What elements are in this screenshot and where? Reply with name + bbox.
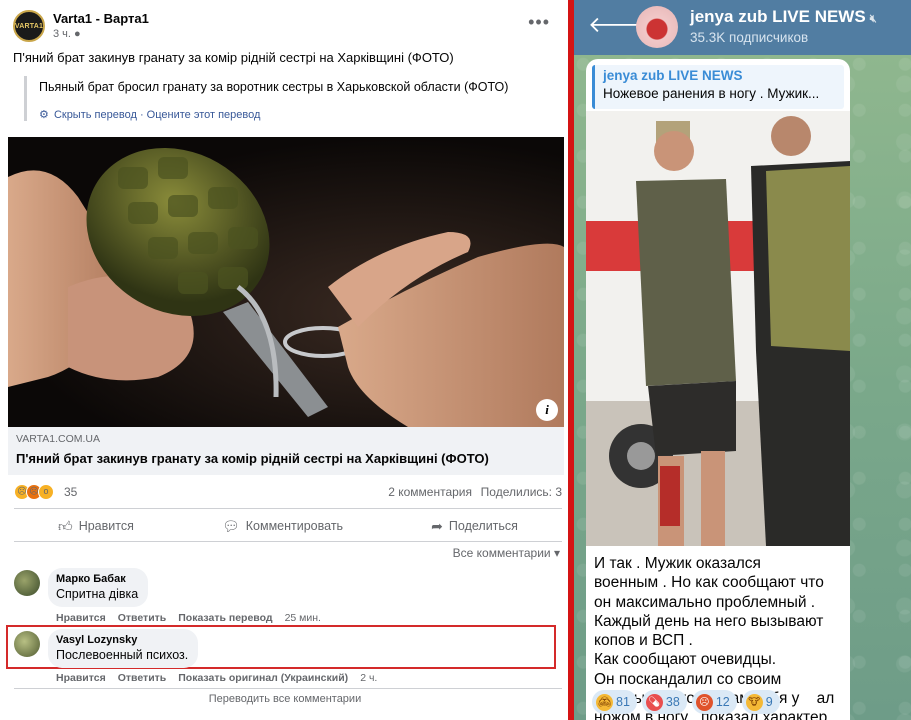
comment-actions: Нравится Ответить Показать перевод 25 мин. <box>56 612 321 624</box>
reaction-cow[interactable]: 🐮︎ 9 <box>741 690 780 714</box>
comment-reply-link[interactable]: Ответить <box>118 612 167 624</box>
page-name-link[interactable]: Varta1 - Варта1 <box>53 11 149 26</box>
share-label: Поделиться <box>448 519 518 533</box>
comment-like-link[interactable]: Нравится <box>56 672 106 684</box>
reaction-count: 9 <box>765 695 773 709</box>
translate-all-link[interactable]: Переводить все комментарии <box>0 693 570 705</box>
message-bubble[interactable]: jenya zub LIVE NEWS Ножевое ранения в но… <box>586 59 850 720</box>
hide-translation-link[interactable]: Скрыть перевод <box>54 109 137 121</box>
divider <box>14 508 562 509</box>
reply-preview[interactable]: jenya zub LIVE NEWS Ножевое ранения в но… <box>592 65 844 109</box>
rate-translation-link[interactable]: Оцените этот перевод <box>147 109 261 121</box>
share-icon: ➦ <box>431 517 443 534</box>
wow-reaction-icon: o <box>38 484 54 500</box>
monkey-icon: 🙈︎ <box>596 693 613 711</box>
link-preview[interactable]: VARTA1.COM.UA П'яний брат закинув гранат… <box>8 427 564 475</box>
caret-down-icon: ▾ <box>553 546 560 560</box>
commenter-name[interactable]: Vasyl Lozynsky <box>56 634 188 646</box>
comment-bubble: Марко Бабак Спритна дівка <box>48 568 149 607</box>
reply-title: jenya zub LIVE NEWS <box>603 68 743 83</box>
post-time-text: 3 ч. <box>53 28 71 40</box>
wheel-hub <box>627 442 655 470</box>
reaction-icons[interactable]: ☹ ☹ o <box>14 484 54 500</box>
telegram-panel: 🡐 jenya zub LIVE NEWS 🔇︎ 35.3K подписчико… <box>574 0 911 720</box>
post-text: П'яний брат закинув гранату за комір рід… <box>13 50 454 65</box>
link-title: П'яний брат закинув гранату за комір рід… <box>16 451 489 466</box>
comment-actions: Нравится Ответить Показать оригинал (Украи… <box>56 672 377 684</box>
separator-dot: · <box>139 109 147 121</box>
more-options-icon[interactable]: ••• <box>528 12 550 33</box>
globe-icon: ● <box>74 28 81 40</box>
muted-icon: 🔇︎ <box>869 13 877 25</box>
like-label: Нравится <box>78 519 134 533</box>
like-button[interactable]: 👍︎ Нравится <box>58 513 134 539</box>
comment-text: Послевоенный психоз. <box>56 648 189 662</box>
reply-text: Ножевое ранения в ногу . Мужик... <box>603 86 820 101</box>
pill-icon: 💊︎ <box>645 693 663 711</box>
reaction-pill[interactable]: 💊︎ 38 <box>641 690 687 714</box>
gear-icon: ⚙ <box>39 109 49 121</box>
comment-time[interactable]: 25 мин. <box>285 612 321 624</box>
shares-count[interactable]: Поделились: 3 <box>481 485 562 499</box>
plate-carrier <box>766 166 850 351</box>
photo-scene <box>586 111 850 546</box>
comment-translate-link[interactable]: Показать перевод <box>178 612 272 624</box>
comment-like-link[interactable]: Нравится <box>56 612 106 624</box>
cow-icon: 🐮︎ <box>745 693 763 711</box>
chat-header: 🡐 jenya zub LIVE NEWS 🔇︎ 35.3K подписчико… <box>574 0 911 55</box>
post-actions: 👍︎ Нравится 💬︎ Комментировать ➦ Поделиться <box>14 513 562 539</box>
translation-links: ⚙ Скрыть перевод · Оцените этот перевод <box>39 108 554 121</box>
shorts <box>648 381 736 456</box>
facebook-post-panel: VARTA1 Varta1 - Варта1 3 ч. ● ••• П'яний… <box>0 0 570 720</box>
comment-icon: 💬︎ <box>221 517 240 534</box>
reaction-count: 12 <box>715 695 730 709</box>
post-stats: ☹ ☹ o 35 2 комментария Поделились: 3 <box>14 484 562 502</box>
divider <box>14 688 562 689</box>
divider <box>14 541 562 542</box>
reaction-count: 38 <box>665 695 680 709</box>
reaction-monkey[interactable]: 🙈︎ 81 <box>592 690 637 714</box>
comments-count[interactable]: 2 комментария <box>388 485 472 499</box>
message-photo[interactable] <box>586 111 850 546</box>
blood <box>660 466 680 526</box>
share-button[interactable]: ➦ Поделиться <box>431 513 518 539</box>
comment-time[interactable]: 2 ч. <box>360 672 377 684</box>
comment-translate-link[interactable]: Показать оригинал (Украинский) <box>178 672 348 684</box>
angry-icon: ☹ <box>695 693 713 711</box>
all-comments-label: Все комментарии <box>452 546 551 560</box>
post-header: VARTA1 Varta1 - Варта1 3 ч. ● ••• <box>13 10 558 44</box>
channel-name[interactable]: jenya zub LIVE NEWS 🔇︎ <box>690 7 877 27</box>
comment-button[interactable]: 💬︎ Комментировать <box>222 513 343 539</box>
post-image[interactable]: i <box>8 137 564 427</box>
subscriber-count: 35.3K подписчиков <box>690 30 809 45</box>
info-icon[interactable]: i <box>536 399 558 421</box>
comment-bubble: Vasyl Lozynsky Послевоенный психоз. <box>48 629 199 668</box>
channel-name-text: jenya zub LIVE NEWS <box>690 7 866 26</box>
commenter-name[interactable]: Марко Бабак <box>56 573 138 585</box>
comment-text: Спритна дівка <box>56 587 139 601</box>
second-man-head <box>771 116 811 156</box>
reaction-angry[interactable]: ☹ 12 <box>691 690 737 714</box>
comment-label: Комментировать <box>245 519 344 533</box>
man-head <box>654 131 694 171</box>
grenade-illustration <box>8 147 564 427</box>
avatar-logo-text: VARTA1 <box>14 22 44 30</box>
reaction-count: 81 <box>616 695 630 709</box>
comment-reply-link[interactable]: Ответить <box>118 672 167 684</box>
reactions-bar: 🙈︎ 81 💊︎ 38 ☹ 12 🐮︎ 9 <box>592 690 780 714</box>
link-domain: VARTA1.COM.UA <box>16 433 101 445</box>
commenter-avatar[interactable] <box>14 631 40 657</box>
all-comments-filter[interactable]: Все комментарии ▾ <box>453 546 560 560</box>
leg-right <box>701 451 725 546</box>
thumbs-up-icon: 👍︎ <box>58 517 73 534</box>
commenter-avatar[interactable] <box>14 570 40 596</box>
page-avatar[interactable]: VARTA1 <box>13 10 45 42</box>
channel-avatar[interactable] <box>636 6 678 48</box>
reactions-count[interactable]: 35 <box>64 485 77 499</box>
post-time[interactable]: 3 ч. ● <box>53 28 81 40</box>
translation-block: Пьяный брат бросил гранату за воротник с… <box>24 76 554 121</box>
translation-text: Пьяный брат бросил гранату за воротник с… <box>39 80 509 94</box>
camo-shirt <box>636 179 736 386</box>
